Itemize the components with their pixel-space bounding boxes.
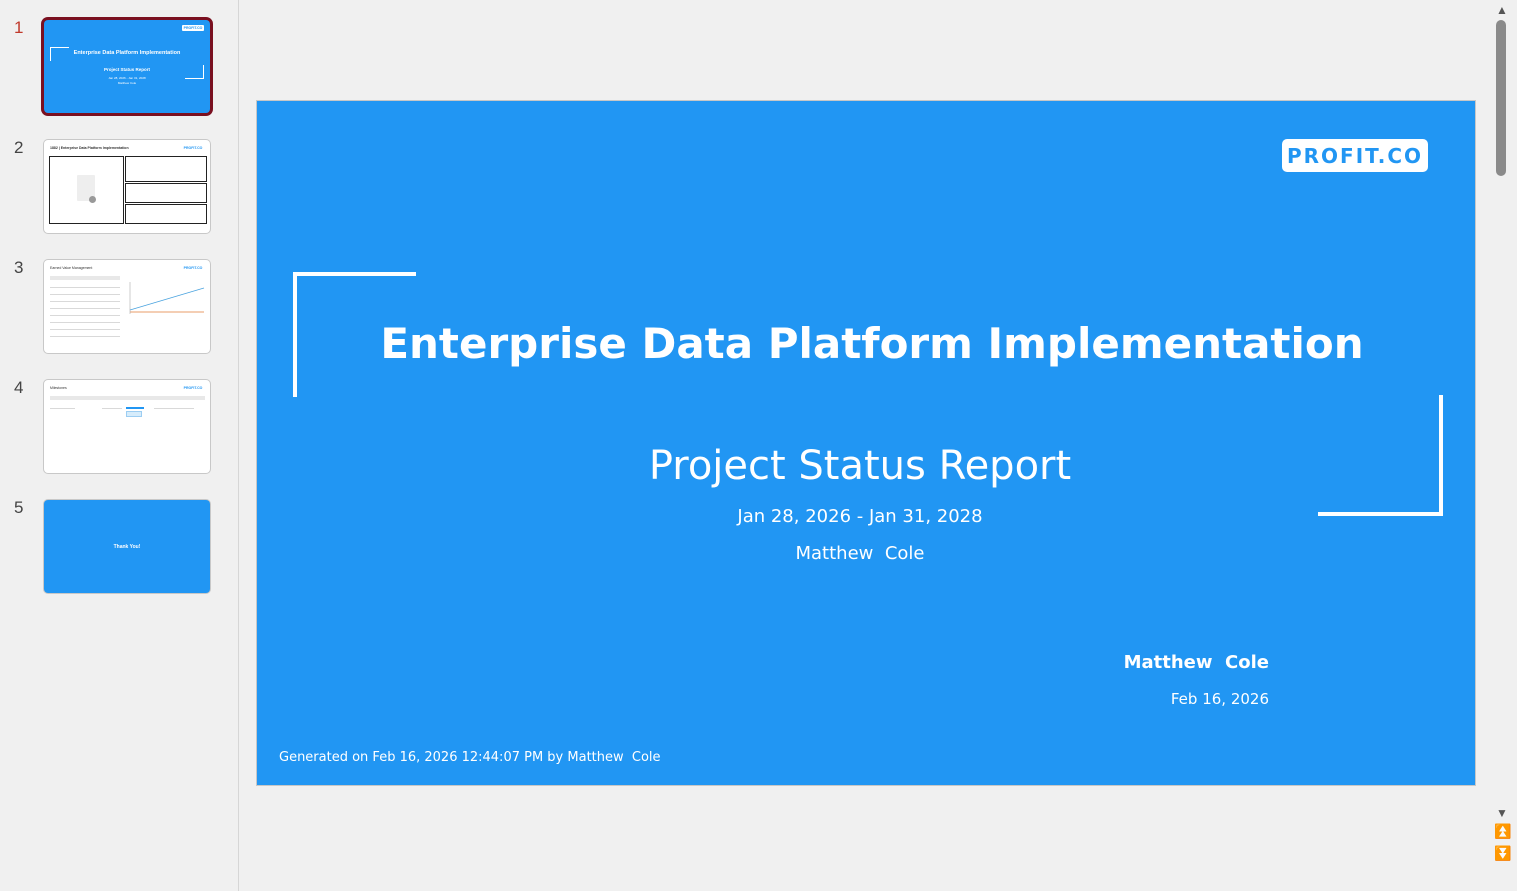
thumbnail-number: 5 bbox=[14, 498, 24, 517]
slide-thumbnail-3[interactable]: Earned Value Management PROFIT.CO bbox=[44, 260, 210, 353]
slide-thumbnail-4[interactable]: Milestones PROFIT.CO bbox=[44, 380, 210, 473]
thumbnail-title: 1882 | Enterprise Data Platform Implemen… bbox=[50, 146, 129, 150]
slide-thumbnail-pane: 1 PROFIT.CO Enterprise Data Platform Imp… bbox=[0, 0, 239, 891]
slide-date-range: Jan 28, 2026 - Jan 31, 2028 bbox=[737, 506, 983, 527]
thumbnail-logo: PROFIT.CO bbox=[182, 145, 204, 151]
thumbnail-row-2: 2 1882 | Enterprise Data Platform Implem… bbox=[0, 138, 238, 240]
vertical-scrollbar[interactable]: ▲ ▼ ⏫ ⏬ bbox=[1492, 0, 1517, 891]
triangle-up-icon[interactable]: ▲ bbox=[1496, 3, 1508, 17]
profitco-logo: PROFIT.CO bbox=[1282, 139, 1428, 172]
thumbnail-number: 2 bbox=[14, 138, 24, 157]
thumbnail-row-1: 1 PROFIT.CO Enterprise Data Platform Imp… bbox=[0, 18, 238, 120]
thumbnail-title: Thank You! bbox=[113, 544, 141, 550]
thumbnail-logo: PROFIT.CO bbox=[182, 25, 204, 31]
thumbnail-mini-chart bbox=[129, 282, 205, 314]
double-triangle-up-icon[interactable]: ⏫ bbox=[1494, 824, 1511, 838]
slide-thumbnail-5[interactable]: Thank You! bbox=[44, 500, 210, 593]
thumbnail-table-line bbox=[50, 301, 120, 302]
thumbnail-number: 4 bbox=[14, 378, 24, 397]
scrollbar-thumb[interactable] bbox=[1496, 20, 1506, 176]
thumbnail-row-3: 3 Earned Value Management PROFIT.CO bbox=[0, 258, 238, 360]
slide-presenter: Matthew Cole bbox=[1123, 652, 1269, 673]
slide-thumbnail-1[interactable]: PROFIT.CO Enterprise Data Platform Imple… bbox=[44, 20, 210, 113]
thumbnail-table-line bbox=[50, 315, 120, 316]
thumbnail-panel bbox=[125, 183, 207, 203]
thumbnail-number: 1 bbox=[14, 18, 24, 37]
slide-owner: Matthew Cole bbox=[795, 543, 925, 564]
thumbnail-table-line bbox=[50, 322, 120, 323]
thumbnail-progress bbox=[126, 407, 144, 409]
slide-title: Enterprise Data Platform Implementation bbox=[380, 319, 1364, 368]
thumbnail-table-line bbox=[102, 408, 122, 409]
thumbnail-logo: PROFIT.CO bbox=[182, 265, 204, 271]
thumbnail-status-badge bbox=[126, 411, 142, 417]
thumbnail-table-line bbox=[50, 408, 75, 409]
thumbnail-table-line bbox=[50, 308, 120, 309]
thumbnail-table-header bbox=[50, 396, 205, 400]
thumbnail-title: Milestones bbox=[50, 386, 67, 390]
thumbnail-table-line bbox=[50, 329, 120, 330]
thumbnail-table-line bbox=[50, 294, 120, 295]
thumbnail-title: Enterprise Data Platform Implementation bbox=[73, 50, 181, 56]
thumbnail-title: Earned Value Management bbox=[50, 266, 93, 270]
thumbnail-panel bbox=[125, 156, 207, 182]
thumbnail-panel bbox=[125, 204, 207, 224]
thumbnail-table-line bbox=[154, 408, 194, 409]
double-triangle-down-icon[interactable]: ⏬ bbox=[1494, 846, 1511, 860]
slide-subtitle: Project Status Report bbox=[648, 443, 1072, 489]
thumbnail-subtitle: Project Status Report bbox=[103, 67, 150, 72]
slide-date: Feb 16, 2026 bbox=[1170, 690, 1269, 708]
triangle-down-icon[interactable]: ▼ bbox=[1496, 806, 1508, 820]
thumbnail-owner: Matthew Cole bbox=[117, 81, 137, 85]
slide-thumbnail-2[interactable]: 1882 | Enterprise Data Platform Implemen… bbox=[44, 140, 210, 233]
thumbnail-row-4: 4 Milestones PROFIT.CO bbox=[0, 378, 238, 480]
slide-generated-footer: Generated on Feb 16, 2026 12:44:07 PM by… bbox=[279, 750, 661, 765]
decorative-bracket-top-left bbox=[293, 272, 416, 276]
thumbnail-dates: Jan 28, 2026 - Jan 31, 2028 bbox=[108, 76, 146, 80]
thumbnail-number: 3 bbox=[14, 258, 24, 277]
thumbnail-row-5: 5 Thank You! bbox=[0, 498, 238, 600]
slide-canvas: PROFIT.CO Enterprise Data Platform Imple… bbox=[256, 100, 1476, 786]
thumbnail-table-line bbox=[50, 336, 120, 337]
thumbnail-logo: PROFIT.CO bbox=[182, 385, 204, 391]
thumbnail-table-header bbox=[50, 276, 120, 280]
thumbnail-placeholder-icon bbox=[89, 196, 96, 203]
thumbnail-table-line bbox=[50, 287, 120, 288]
